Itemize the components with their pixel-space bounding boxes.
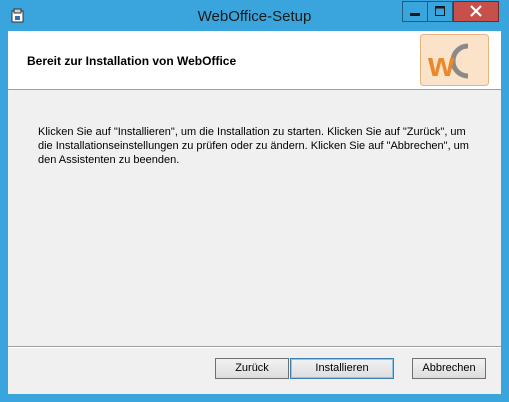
close-button[interactable]	[453, 1, 499, 22]
title-bar[interactable]: WebOffice-Setup	[0, 0, 509, 31]
maximize-button[interactable]	[427, 1, 453, 22]
instruction-text: Klicken Sie auf "Installieren", um die I…	[38, 126, 469, 166]
close-icon	[470, 5, 482, 17]
install-button[interactable]: Installieren	[290, 358, 394, 379]
svg-text:w: w	[427, 46, 455, 84]
banner-title: Bereit zur Installation von WebOffice	[27, 54, 237, 68]
weboffice-logo-icon: w	[420, 34, 489, 86]
setup-window: WebOffice-Setup Bereit zur Installation …	[0, 0, 509, 402]
button-separator	[8, 346, 501, 348]
minimize-icon	[410, 13, 420, 16]
back-button[interactable]: Zurück	[215, 358, 289, 379]
dialog-client-area: Bereit zur Installation von WebOffice w …	[8, 31, 501, 394]
minimize-button[interactable]	[402, 1, 428, 22]
maximize-icon	[435, 6, 445, 16]
cancel-button[interactable]: Abbrechen	[412, 358, 486, 379]
header-banner: Bereit zur Installation von WebOffice w	[8, 31, 501, 90]
